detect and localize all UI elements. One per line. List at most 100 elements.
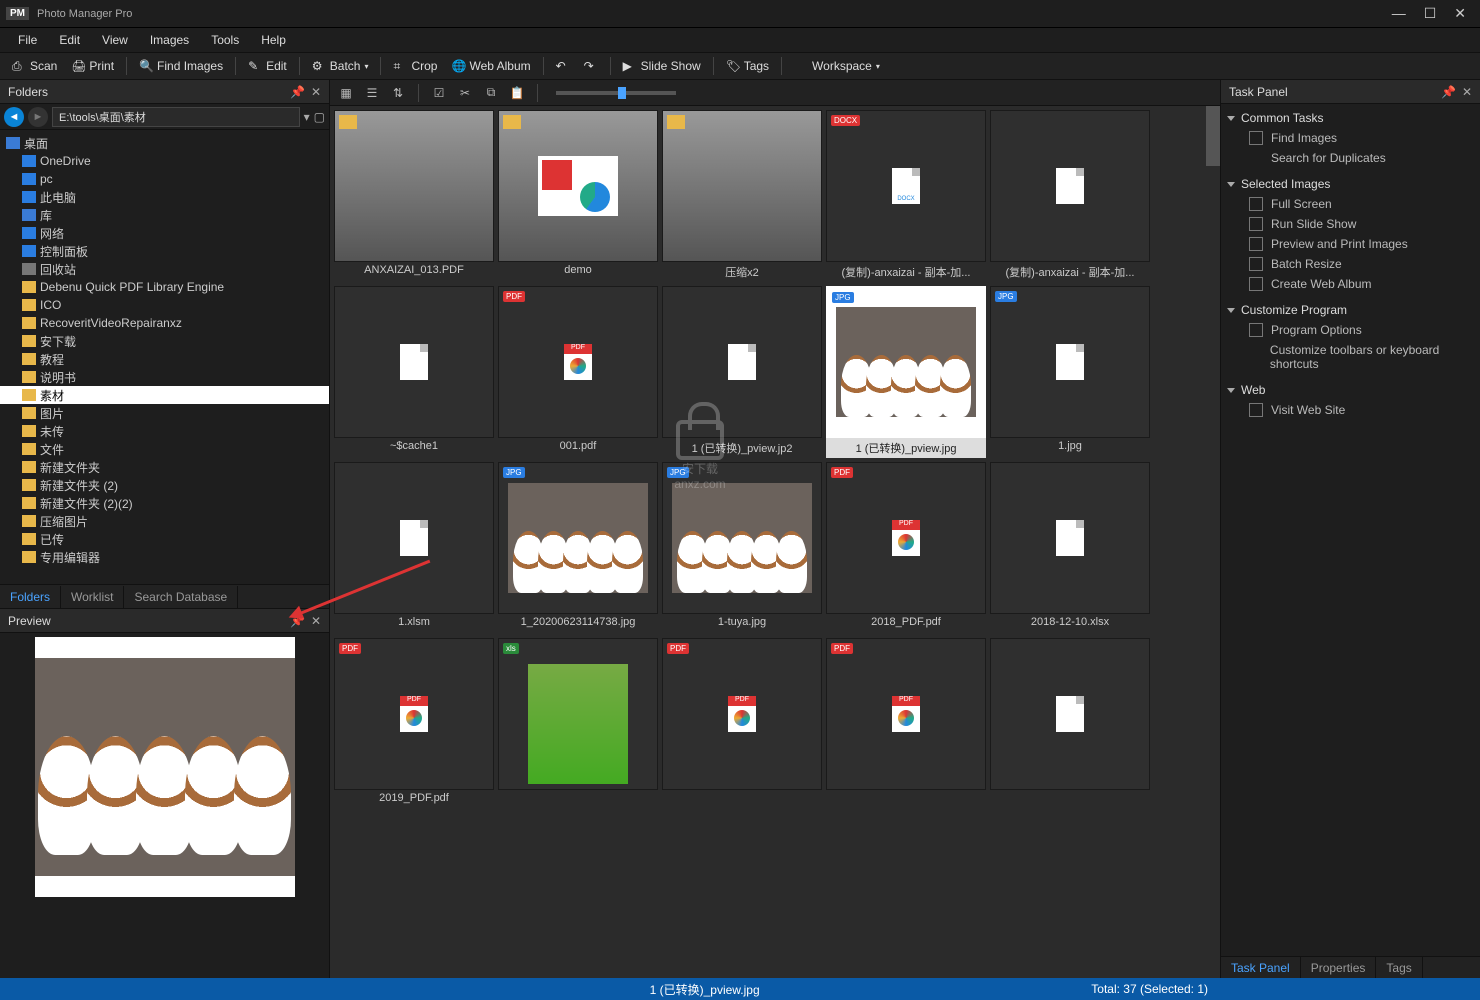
tree-item[interactable]: 回收站 [0,260,329,278]
file-cell[interactable]: PDFPDF [826,638,986,810]
tree-item[interactable]: Debenu Quick PDF Library Engine [0,278,329,296]
tree-item[interactable]: OneDrive [0,152,329,170]
pin-icon[interactable]: 📌 [290,85,305,99]
toolbar-web-album-button[interactable]: 🌐Web Album [445,56,536,76]
menu-file[interactable]: File [8,30,47,50]
tree-item[interactable]: RecoveritVideoRepairanxz [0,314,329,332]
close-button[interactable]: ✕ [1454,5,1466,22]
view-list-icon[interactable]: ☰ [362,84,382,102]
toolbar-slide-show-button[interactable]: ▶Slide Show [617,56,707,76]
right-tab-tags[interactable]: Tags [1376,957,1422,978]
file-cell[interactable]: ~$cache1 [334,286,494,458]
tree-item[interactable]: 文件 [0,440,329,458]
tree-item[interactable]: 安下载 [0,332,329,350]
tree-item[interactable]: 新建文件夹 (2) [0,476,329,494]
tree-item[interactable]: 专用编辑器 [0,548,329,566]
task-item[interactable]: Run Slide Show [1227,214,1474,234]
path-input[interactable]: E:\tools\桌面\素材 [52,107,300,127]
menu-tools[interactable]: Tools [201,30,249,50]
menu-images[interactable]: Images [140,30,199,50]
toolbar-crop-button[interactable]: ⌗Crop [387,56,443,76]
file-cell[interactable]: ANXAIZAI_013.PDF [334,110,494,282]
left-tab-worklist[interactable]: Worklist [61,586,124,608]
left-tab-search-database[interactable]: Search Database [124,586,238,608]
tree-item[interactable]: ICO [0,296,329,314]
menu-edit[interactable]: Edit [49,30,90,50]
task-group-header[interactable]: Web [1227,380,1474,400]
file-cell[interactable]: 2018-12-10.xlsx [990,462,1150,634]
panel-close-icon[interactable]: ✕ [311,614,321,628]
tree-item[interactable]: 未传 [0,422,329,440]
file-cell[interactable]: PDFPDF2018_PDF.pdf [826,462,986,634]
tree-item[interactable]: 图片 [0,404,329,422]
cut-icon[interactable]: ✂ [455,84,475,102]
task-item[interactable]: Preview and Print Images [1227,234,1474,254]
tree-item[interactable]: pc [0,170,329,188]
task-item[interactable]: Find Images [1227,128,1474,148]
view-thumbnails-icon[interactable]: ▦ [336,84,356,102]
file-cell[interactable]: 压缩x2 [662,110,822,282]
tree-item[interactable]: 新建文件夹 [0,458,329,476]
file-cell[interactable] [990,638,1150,810]
thumbnail-size-slider[interactable] [556,91,676,95]
toolbar-scan-button[interactable]: ⎙Scan [6,56,63,76]
scrollbar-thumb[interactable] [1206,106,1220,166]
task-item[interactable]: Visit Web Site [1227,400,1474,420]
tree-item[interactable]: 新建文件夹 (2)(2) [0,494,329,512]
task-item[interactable]: Create Web Album [1227,274,1474,294]
tree-item[interactable]: 控制面板 [0,242,329,260]
file-cell[interactable]: xls [498,638,658,810]
tree-root[interactable]: 桌面 [0,134,329,152]
file-cell[interactable]: DOCXDOCX(复制)-anxaizai - 副本-加... [826,110,986,282]
task-item[interactable]: Program Options [1227,320,1474,340]
toolbar-print-button[interactable]: 🖨Print [65,56,120,76]
task-item[interactable]: Full Screen [1227,194,1474,214]
copy-icon[interactable]: ⧉ [481,84,501,102]
sidebar-toggle-icon[interactable]: ▢ [314,110,325,124]
tree-item[interactable]: 素材 [0,386,329,404]
file-cell[interactable]: demo [498,110,658,282]
file-cell[interactable]: PDFPDF2019_PDF.pdf [334,638,494,810]
right-tab-properties[interactable]: Properties [1301,957,1377,978]
right-tab-task-panel[interactable]: Task Panel [1221,957,1301,978]
file-label: 1-tuya.jpg [662,614,822,634]
file-cell[interactable]: PDFPDF [662,638,822,810]
task-item[interactable]: Search for Duplicates [1227,148,1474,168]
paste-icon[interactable]: 📋 [507,84,527,102]
path-dropdown-icon[interactable]: ▾ [304,110,310,124]
panel-close-icon[interactable]: ✕ [311,85,321,99]
task-item[interactable]: Customize toolbars or keyboard shortcuts [1227,340,1474,374]
task-group-header[interactable]: Selected Images [1227,174,1474,194]
tree-item[interactable]: 教程 [0,350,329,368]
toolbar-rotr-button[interactable]: ↷ [578,56,604,76]
tree-item[interactable]: 网络 [0,224,329,242]
toolbar-workspace-button[interactable]: Workspace ▾ [788,56,886,76]
toolbar-find-images-button[interactable]: 🔍Find Images [133,56,229,76]
tree-item[interactable]: 库 [0,206,329,224]
tree-item[interactable]: 此电脑 [0,188,329,206]
tree-item[interactable]: 压缩图片 [0,512,329,530]
task-group-header[interactable]: Customize Program [1227,300,1474,320]
pin-icon[interactable]: 📌 [1441,85,1456,99]
menu-help[interactable]: Help [251,30,296,50]
menu-view[interactable]: View [92,30,138,50]
file-cell[interactable]: JPG1 (已转换)_pview.jpg [826,286,986,458]
panel-close-icon[interactable]: ✕ [1462,85,1472,99]
tree-item[interactable]: 已传 [0,530,329,548]
tree-item[interactable]: 说明书 [0,368,329,386]
toolbar-batch-button[interactable]: ⚙Batch ▾ [306,56,375,76]
sort-icon[interactable]: ⇅ [388,84,408,102]
select-all-icon[interactable]: ☑ [429,84,449,102]
toolbar-edit-button[interactable]: ✎Edit [242,56,293,76]
maximize-button[interactable]: ☐ [1424,5,1437,22]
file-cell[interactable]: (复制)-anxaizai - 副本-加... [990,110,1150,282]
left-tab-folders[interactable]: Folders [0,586,61,608]
toolbar-tags-button[interactable]: 🏷Tags [720,56,775,76]
file-cell[interactable]: 1.xlsm [334,462,494,634]
file-cell[interactable]: JPG1.jpg [990,286,1150,458]
task-group-header[interactable]: Common Tasks [1227,108,1474,128]
task-item[interactable]: Batch Resize [1227,254,1474,274]
nav-back-button[interactable]: ◄ [4,107,24,127]
toolbar-rotl-button[interactable]: ↶ [550,56,576,76]
minimize-button[interactable]: — [1392,5,1406,22]
